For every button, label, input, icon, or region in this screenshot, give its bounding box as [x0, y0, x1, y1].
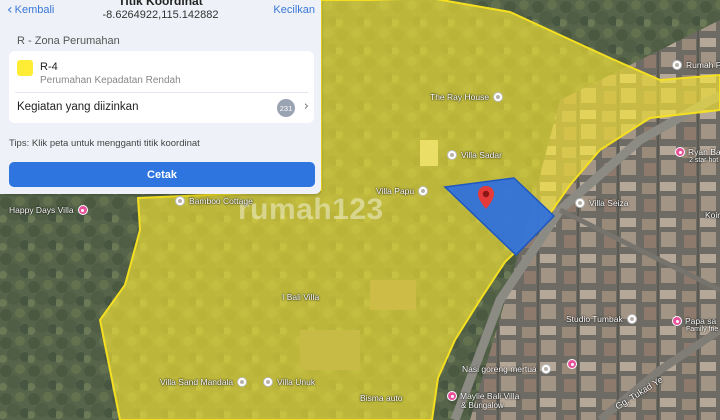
poi-koin[interactable]: Koin [705, 210, 720, 220]
poi-bali-villa[interactable]: I Bali Villa [282, 292, 319, 302]
poi-rumah-pe[interactable]: Rumah Pe [672, 60, 720, 70]
allowed-activities-row[interactable]: Kegiatan yang diizinkan 231 › [9, 93, 314, 123]
poi-hotel-marker[interactable] [567, 359, 577, 369]
poi-marker-icon [447, 150, 457, 160]
poi-marker-icon [237, 377, 248, 387]
poi-studio-tumbak[interactable]: Studio Tumbak [566, 314, 637, 324]
poi-marker-icon [540, 364, 551, 374]
print-button[interactable]: Cetak [9, 162, 315, 187]
poi-maylie-bali-villa[interactable]: Maylie Bali Villa & Bungalow [447, 391, 519, 410]
hotel-marker-icon [672, 316, 682, 326]
zone-color-icon [17, 60, 33, 76]
tips-text: Tips: Klik peta untuk mengganti titik ko… [9, 138, 200, 149]
zone-description: Perumahan Kepadatan Rendah [40, 75, 181, 86]
poi-villa-seiza[interactable]: Villa Seiza [575, 198, 629, 208]
poi-marker-icon [263, 377, 273, 387]
poi-bisma-auto[interactable]: Bisma auto [360, 393, 403, 403]
poi-marker-icon [626, 314, 637, 324]
chevron-right-icon: › [303, 99, 309, 114]
poi-villa-sand-mandala[interactable]: Villa Sand Mandala [160, 377, 248, 387]
hotel-marker-icon [567, 359, 577, 369]
poi-happy-days-villa[interactable]: Happy Days Villa [9, 205, 88, 215]
poi-marker-icon [575, 198, 585, 208]
poi-villa-sadar[interactable]: Villa Sadar [447, 150, 502, 160]
poi-villa-unuk[interactable]: Villa Unuk [263, 377, 315, 387]
watermark: rumah123 [238, 193, 384, 226]
zone-card: R-4 Perumahan Kepadatan Rendah Kegiatan … [9, 51, 314, 123]
poi-marker-icon [175, 196, 185, 206]
poi-marker-icon [418, 186, 429, 196]
coordinate-panel: ‹ Kembali Titik Koordinat -8.6264922,115… [0, 0, 321, 194]
zone-code: R-4 [40, 61, 58, 73]
hotel-marker-icon [447, 391, 457, 401]
poi-marker-icon [672, 60, 682, 70]
poi-marker-icon [493, 92, 504, 102]
allowed-activities-label: Kegiatan yang diizinkan [17, 101, 139, 113]
poi-nasi-goreng-mertua[interactable]: Nasi goreng mertua [462, 364, 551, 374]
zone-category: R - Zona Perumahan [17, 35, 120, 47]
activities-count-badge: 231 [277, 99, 295, 117]
poi-papa-sa[interactable]: Papa sa Family frie [672, 316, 718, 333]
hotel-marker-icon [675, 147, 685, 157]
poi-villa-papu[interactable]: Villa Papu [376, 186, 429, 196]
hotel-marker-icon [77, 205, 88, 215]
poi-bamboo-cottage[interactable]: Bamboo Cottage [175, 196, 253, 206]
collapse-button[interactable]: Kecilkan [273, 4, 315, 16]
poi-the-ray-house[interactable]: The Ray House [430, 92, 504, 102]
poi-ryan-ba[interactable]: Ryan Ba 2 star hot [675, 147, 720, 164]
location-pin-icon[interactable] [477, 186, 495, 210]
